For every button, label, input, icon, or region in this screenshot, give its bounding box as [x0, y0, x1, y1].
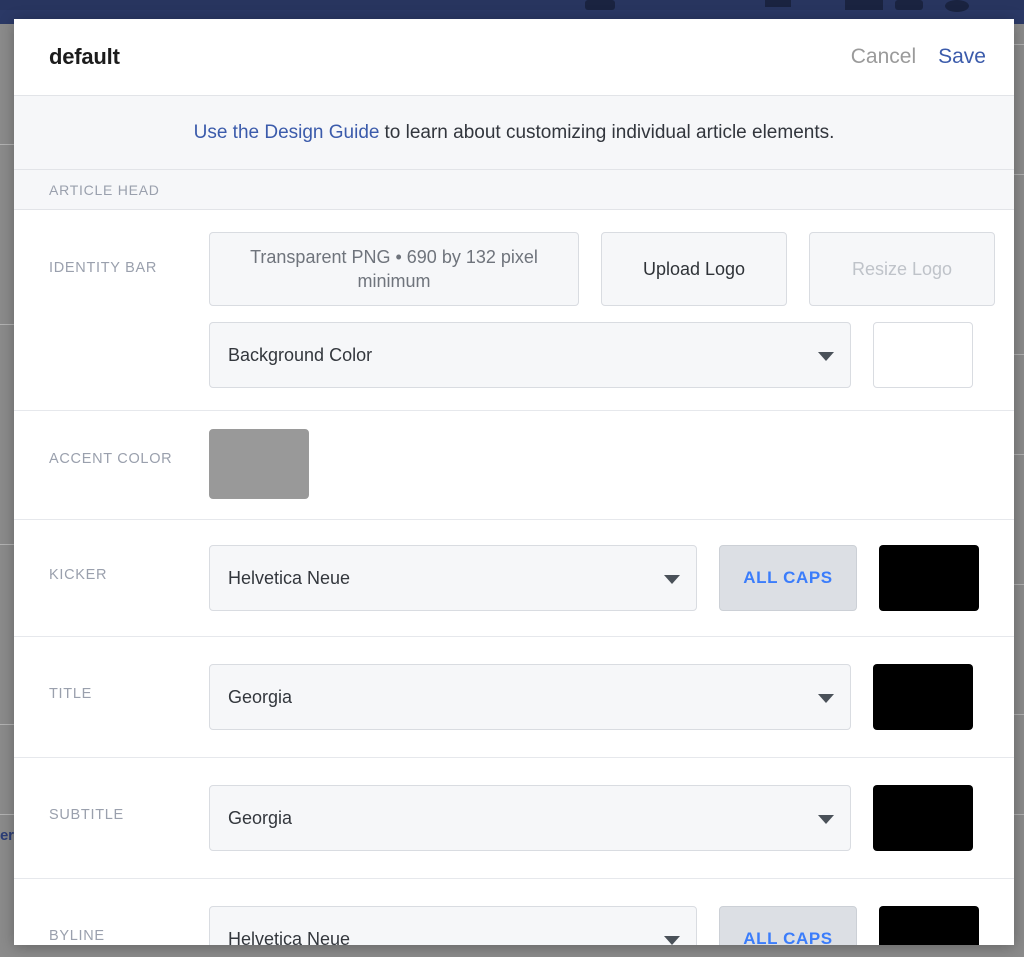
camera-icon[interactable]	[585, 0, 615, 10]
modal-header: default Cancel Save	[14, 19, 1014, 96]
minus-icon[interactable]	[765, 0, 791, 7]
upload-logo-button[interactable]: Upload Logo	[601, 232, 787, 306]
page-title: default	[49, 44, 120, 69]
subtitle-font-value: Georgia	[228, 807, 293, 828]
subtitle-font-select[interactable]: Georgia	[209, 785, 851, 851]
save-button[interactable]: Save	[938, 45, 986, 69]
design-guide-link[interactable]: Use the Design Guide	[194, 122, 380, 144]
identity-bar-upload-line: Transparent PNG • 690 by 132 pixel minim…	[209, 232, 995, 306]
row-subtitle: SUBTITLE Georgia	[14, 758, 1014, 879]
row-body-accent-color	[209, 429, 979, 499]
avatar-icon[interactable]	[945, 0, 969, 12]
row-label-title: TITLE	[49, 686, 92, 702]
chevron-down-icon	[664, 936, 680, 945]
chevron-down-icon	[664, 575, 680, 584]
accent-color-line	[209, 429, 979, 499]
design-settings-modal: default Cancel Save Use the Design Guide…	[14, 19, 1014, 945]
row-label-byline: BYLINE	[49, 928, 105, 944]
row-body-title: Georgia	[209, 664, 979, 730]
kicker-all-caps-toggle[interactable]: ALL CAPS	[719, 545, 857, 611]
background-color-select-value: Background Color	[228, 344, 373, 365]
identity-bar-background-color-line: Background Color	[209, 322, 995, 388]
window-icon[interactable]	[845, 0, 883, 10]
row-kicker: KICKER Helvetica Neue ALL CAPS	[14, 520, 1014, 637]
byline-color-swatch[interactable]	[879, 906, 979, 945]
logo-drop-zone[interactable]: Transparent PNG • 690 by 132 pixel minim…	[209, 232, 579, 306]
row-identity-bar: IDENTITY BAR Transparent PNG • 690 by 13…	[14, 210, 1014, 411]
byline-font-select[interactable]: Helvetica Neue	[209, 906, 697, 945]
accent-color-swatch[interactable]	[209, 429, 309, 499]
row-body-subtitle: Georgia	[209, 785, 979, 851]
background-text-fragment: er	[0, 827, 14, 844]
chevron-down-icon	[818, 815, 834, 824]
page-right-gutter	[1014, 24, 1024, 957]
byline-font-value: Helvetica Neue	[228, 928, 351, 946]
row-title: TITLE Georgia	[14, 637, 1014, 758]
chevron-down-icon	[818, 352, 834, 361]
kicker-color-swatch[interactable]	[879, 545, 979, 611]
background-color-select[interactable]: Background Color	[209, 322, 851, 388]
kicker-line: Helvetica Neue ALL CAPS	[209, 545, 979, 611]
chevron-down-icon	[818, 694, 834, 703]
subtitle-line: Georgia	[209, 785, 979, 851]
page-left-gutter	[0, 24, 14, 957]
design-guide-banner: Use the Design Guide to learn about cust…	[14, 96, 1014, 170]
kicker-font-value: Helvetica Neue	[228, 567, 351, 588]
title-font-select[interactable]: Georgia	[209, 664, 851, 730]
resize-logo-button: Resize Logo	[809, 232, 995, 306]
subtitle-color-swatch[interactable]	[873, 785, 973, 851]
row-label-kicker: KICKER	[49, 567, 108, 583]
title-line: Georgia	[209, 664, 979, 730]
row-byline: BYLINE Helvetica Neue ALL CAPS	[14, 879, 1014, 945]
row-accent-color: ACCENT COLOR	[14, 411, 1014, 520]
byline-line: Helvetica Neue ALL CAPS	[209, 906, 979, 945]
background-color-swatch[interactable]	[873, 322, 973, 388]
title-color-swatch[interactable]	[873, 664, 973, 730]
chat-icon[interactable]	[895, 0, 923, 10]
byline-all-caps-toggle[interactable]: ALL CAPS	[719, 906, 857, 945]
row-body-identity-bar: Transparent PNG • 690 by 132 pixel minim…	[209, 232, 995, 388]
page-bottom-gutter	[0, 945, 1024, 957]
title-font-value: Georgia	[228, 686, 293, 707]
design-guide-banner-text: to learn about customizing individual ar…	[384, 121, 835, 143]
section-header-article-head: ARTICLE HEAD	[14, 170, 1014, 210]
row-body-byline: Helvetica Neue ALL CAPS	[209, 906, 979, 945]
kicker-font-select[interactable]: Helvetica Neue	[209, 545, 697, 611]
row-label-subtitle: SUBTITLE	[49, 807, 124, 823]
cancel-button[interactable]: Cancel	[851, 45, 916, 69]
row-body-kicker: Helvetica Neue ALL CAPS	[209, 545, 979, 611]
row-label-accent-color: ACCENT COLOR	[49, 451, 173, 467]
header-actions: Cancel Save	[851, 45, 986, 69]
row-label-identity-bar: IDENTITY BAR	[49, 260, 158, 276]
